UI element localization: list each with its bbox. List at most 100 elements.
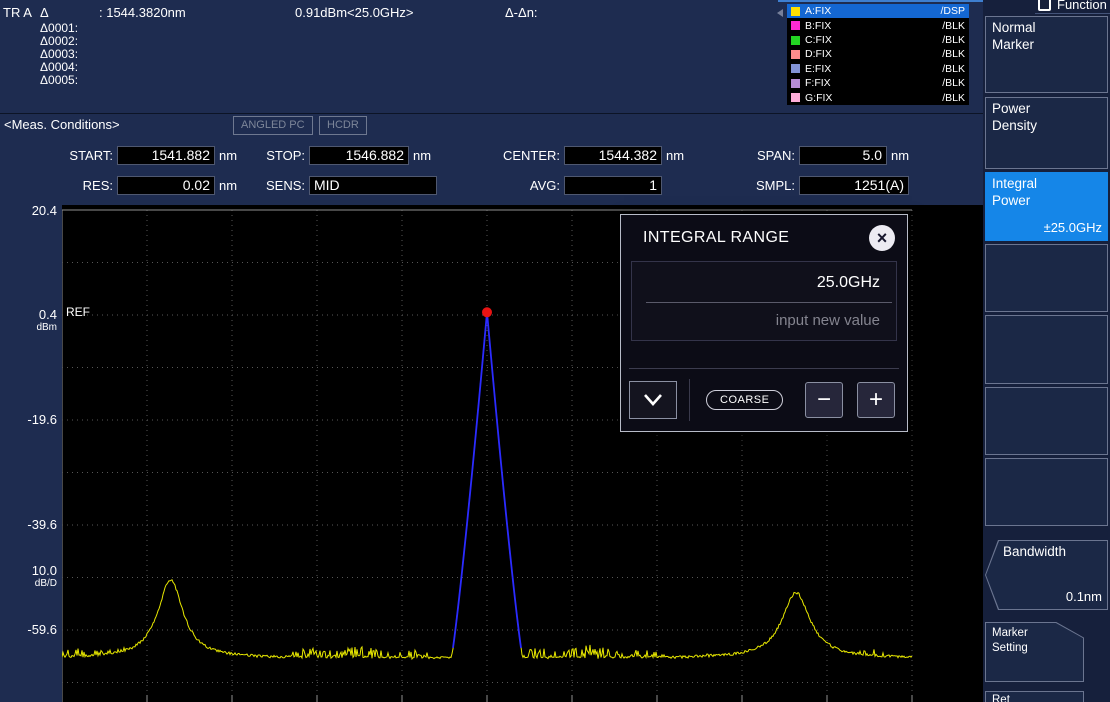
connector-type-badge: ANGLED PC — [233, 116, 313, 135]
function-key-normal-marker[interactable]: Normal Marker — [985, 16, 1108, 93]
collapse-button[interactable] — [629, 381, 677, 419]
meas-conditions-title: <Meas. Conditions> — [4, 117, 120, 132]
function-key-bandwidth[interactable]: Bandwidth 0.1nm — [985, 540, 1108, 610]
legend-label: F:FIX — [805, 77, 831, 89]
header-divider — [0, 113, 983, 114]
legend-row-d[interactable]: D:FIX /BLK — [787, 47, 969, 61]
legend-status: /DSP — [940, 5, 965, 17]
avg-label: AVG: — [480, 178, 560, 193]
key-label: Setting — [992, 641, 1077, 656]
key-label: Power — [992, 101, 1101, 118]
delta-symbol: Δ — [40, 5, 49, 20]
legend-row-b[interactable]: B:FIX /BLK — [787, 18, 969, 32]
peak-marker-dot — [482, 307, 492, 317]
y-label-ref: 0.4 — [0, 307, 57, 322]
legend-swatch — [791, 93, 800, 102]
legend-label: G:FIX — [805, 92, 832, 104]
legend-label: A:FIX — [805, 5, 831, 17]
delta-row-4: Δ0004: — [40, 60, 78, 74]
legend-status: /BLK — [942, 20, 965, 32]
function-key-marker-setting[interactable]: Marker Setting — [985, 622, 1084, 682]
legend-row-c[interactable]: C:FIX /BLK — [787, 33, 969, 47]
key-label: Ret — [992, 694, 1010, 702]
y-label-scale-unit: dB/D — [0, 578, 57, 589]
legend-swatch — [791, 64, 800, 73]
increment-button[interactable]: + — [857, 382, 895, 418]
y-label-div2: -39.6 — [0, 517, 57, 532]
legend-status: /BLK — [942, 48, 965, 60]
res-input[interactable]: 0.02 — [117, 176, 215, 195]
legend-status: /BLK — [942, 63, 965, 75]
function-key-power-density[interactable]: Power Density — [985, 97, 1108, 169]
marker-power-readout: 0.91dBm<25.0GHz> — [295, 5, 414, 20]
key-label: Power — [992, 193, 1101, 210]
smpl-input[interactable]: 1251(A) — [799, 176, 909, 195]
decrement-button[interactable]: − — [805, 382, 843, 418]
y-label-scale: 10.0 — [0, 563, 57, 578]
legend-row-a[interactable]: A:FIX /DSP — [787, 4, 969, 18]
legend-label: D:FIX — [805, 48, 832, 60]
marker-setting-key-face: Marker Setting — [986, 623, 1083, 681]
dialog-controls: COARSE − + — [629, 379, 895, 421]
legend-status: /BLK — [942, 92, 965, 104]
legend-swatch — [791, 21, 800, 30]
stop-unit: nm — [413, 148, 431, 163]
function-menu: Function Normal Marker Power Density Int… — [983, 0, 1110, 702]
sens-input[interactable]: MID — [309, 176, 437, 195]
key-label: Marker — [992, 626, 1077, 641]
center-unit: nm — [666, 148, 684, 163]
bandwidth-value: 0.1nm — [1066, 589, 1102, 605]
integral-range-value[interactable]: 25.0GHz — [632, 262, 896, 298]
controls-divider — [629, 368, 899, 369]
trace-id: TR A — [3, 5, 32, 20]
res-label: RES: — [2, 178, 113, 193]
center-input[interactable]: 1544.382 — [564, 146, 662, 165]
osa-screen: TR A Δ : 1544.3820nm 0.91dBm<25.0GHz> Δ-… — [0, 0, 1110, 702]
marker-wavelength-readout: : 1544.3820nm — [99, 5, 186, 20]
smpl-label: SMPL: — [715, 178, 795, 193]
integral-range-dialog: INTEGRAL RANGE × 25.0GHz input new value… — [620, 214, 908, 432]
res-unit: nm — [219, 178, 237, 193]
function-key-integral-power[interactable]: Integral Power ±25.0GHz — [985, 172, 1108, 241]
legend-row-f[interactable]: F:FIX /BLK — [787, 76, 969, 90]
value-input-placeholder[interactable]: input new value — [632, 303, 896, 340]
coarse-button[interactable]: COARSE — [706, 390, 783, 410]
stop-input[interactable]: 1546.882 — [309, 146, 409, 165]
function-menu-title: Function — [1057, 0, 1107, 12]
close-icon[interactable]: × — [869, 225, 895, 251]
legend-swatch — [791, 36, 800, 45]
avg-input[interactable]: 1 — [564, 176, 662, 195]
key-label: Normal — [992, 20, 1101, 37]
start-label: START: — [2, 148, 113, 163]
legend-scroll-icon[interactable] — [777, 9, 783, 17]
vertical-divider — [689, 379, 690, 421]
key-label: Integral — [992, 176, 1101, 193]
span-unit: nm — [891, 148, 909, 163]
start-input[interactable]: 1541.882 — [117, 146, 215, 165]
y-label-ref-unit: dBm — [0, 322, 57, 333]
legend-status: /BLK — [942, 77, 965, 89]
delta-row-1: Δ0001: — [40, 21, 78, 35]
legend-label: C:FIX — [805, 34, 832, 46]
legend-row-e[interactable]: E:FIX /BLK — [787, 62, 969, 76]
ref-marker-label: REF — [66, 305, 90, 319]
marker-readout-header: TR A Δ : 1544.3820nm 0.91dBm<25.0GHz> Δ-… — [0, 0, 780, 113]
span-input[interactable]: 5.0 — [799, 146, 887, 165]
trace-legend: A:FIX /DSP B:FIX /BLK C:FIX /BLK D:FIX /… — [787, 4, 969, 105]
function-menu-header: Function — [1038, 0, 1107, 12]
key-label: Bandwidth — [1003, 544, 1101, 561]
function-icon — [1038, 0, 1051, 11]
stop-label: STOP: — [240, 148, 305, 163]
function-key-blank-4 — [985, 458, 1108, 526]
function-key-partial[interactable]: Ret — [985, 691, 1084, 702]
delta-n-label: Δ-Δn: — [505, 5, 538, 20]
dialog-header: INTEGRAL RANGE × — [621, 215, 907, 257]
function-key-blank-2 — [985, 315, 1108, 384]
hcdr-badge: HCDR — [319, 116, 367, 135]
function-key-blank-3 — [985, 387, 1108, 455]
legend-row-g[interactable]: G:FIX /BLK — [787, 91, 969, 105]
legend-label: B:FIX — [805, 20, 831, 32]
y-label-div1: -19.6 — [0, 412, 57, 427]
key-label: Density — [992, 118, 1101, 135]
legend-status: /BLK — [942, 34, 965, 46]
